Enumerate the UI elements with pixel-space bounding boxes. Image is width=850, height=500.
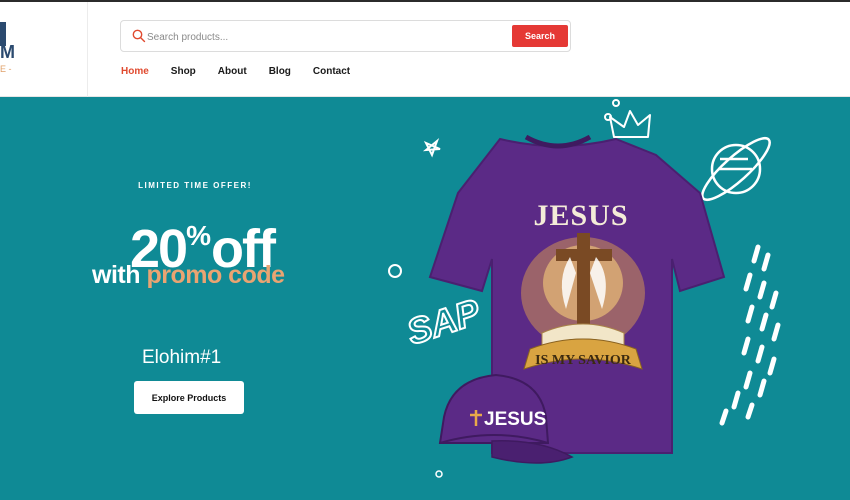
explore-products-button[interactable]: Explore Products: [134, 381, 244, 414]
star-doodle-icon: [422, 137, 441, 158]
sap-doodle-text: SAP: [402, 290, 486, 352]
hero-banner: LIMITED TIME OFFER! 20%off with promo co…: [0, 97, 850, 500]
search-button[interactable]: Search: [512, 25, 568, 47]
main-nav: Home Shop About Blog Contact: [121, 66, 372, 77]
logo-subtext: E -: [0, 64, 12, 74]
promo-code: Elohim#1: [142, 347, 222, 368]
nav-item-contact[interactable]: Contact: [313, 66, 350, 77]
offer-label: LIMITED TIME OFFER!: [138, 181, 252, 190]
discount-symbol: %: [186, 220, 211, 251]
search-input[interactable]: [147, 27, 507, 47]
site-header: M E - Search Home Shop About Blog Contac…: [0, 2, 850, 97]
search-bar: Search: [120, 20, 571, 52]
promo-line: with promo code: [92, 261, 285, 290]
cap-text: JESUS: [484, 409, 546, 430]
rain-doodle-icon: [719, 244, 781, 426]
promo-prefix: with: [92, 261, 141, 289]
logo-letter: M: [0, 42, 15, 62]
dot-doodle-icon: [435, 470, 443, 478]
nav-item-blog[interactable]: Blog: [269, 66, 291, 77]
shirt-top-text: JESUS: [533, 199, 628, 232]
planet-doodle-icon: [701, 136, 771, 202]
brand-logo[interactable]: M E -: [0, 2, 88, 97]
circle-doodle-icon: [388, 264, 402, 278]
promo-highlight: promo code: [146, 261, 285, 289]
product-showcase: SAP JESUS IS MY SAVIOR JESUS: [388, 99, 781, 478]
nav-item-shop[interactable]: Shop: [171, 66, 196, 77]
nav-item-home[interactable]: Home: [121, 66, 149, 77]
shirt-banner-text: IS MY SAVIOR: [535, 353, 632, 368]
search-icon: [132, 29, 146, 43]
crown-doodle-icon: [604, 99, 651, 138]
nav-item-about[interactable]: About: [218, 66, 247, 77]
